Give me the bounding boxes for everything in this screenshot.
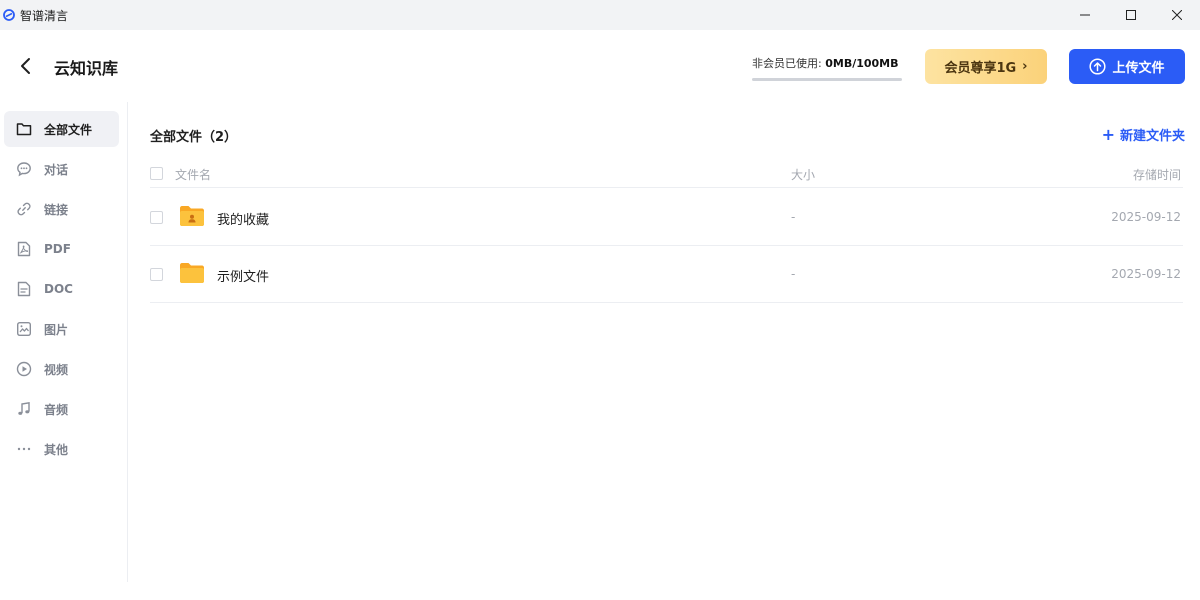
page-title: 云知识库: [54, 59, 119, 78]
sidebar-item-label: 全部文件: [44, 122, 93, 137]
favorites-folder-icon: [179, 204, 205, 228]
sidebar-item-label: 链接: [44, 202, 69, 217]
file-name: 我的收藏: [217, 213, 270, 228]
close-icon: [1172, 10, 1182, 20]
file-time: 2025-09-12: [1111, 267, 1181, 281]
chevron-right-icon: ›: [1022, 59, 1028, 74]
sidebar-item-chat[interactable]: 对话: [4, 151, 119, 187]
folder-icon: [179, 261, 205, 285]
pdf-file-icon: [16, 241, 32, 257]
vip-upgrade-button[interactable]: 会员尊享1G ›: [925, 49, 1047, 84]
sidebar-item-doc[interactable]: DOC: [4, 271, 119, 307]
column-header-name: 文件名: [175, 168, 212, 182]
maximize-icon: [1126, 10, 1136, 20]
vip-button-label: 会员尊享1G: [944, 61, 1017, 76]
upload-button-label: 上传文件: [1112, 61, 1165, 76]
row-checkbox[interactable]: [150, 211, 163, 224]
column-header-time: 存储时间: [1132, 168, 1181, 182]
select-all-checkbox[interactable]: [150, 167, 163, 180]
sidebar-item-image[interactable]: 图片: [4, 311, 119, 347]
sidebar-item-audio[interactable]: 音频: [4, 391, 119, 427]
sidebar-item-all-files[interactable]: 全部文件: [4, 111, 119, 147]
table-header: 文件名 大小 存储时间: [150, 162, 1183, 188]
new-folder-label: 新建文件夹: [1119, 129, 1185, 144]
image-icon: [16, 321, 32, 337]
file-name: 示例文件: [217, 270, 270, 285]
sidebar-item-link[interactable]: 链接: [4, 191, 119, 227]
maximize-button[interactable]: [1108, 0, 1154, 30]
usage-text: 非会员已使用: 0MB/100MB: [752, 55, 902, 71]
doc-file-icon: [16, 281, 32, 297]
minimize-button[interactable]: [1062, 0, 1108, 30]
music-note-icon: [16, 401, 32, 417]
link-icon: [16, 201, 32, 217]
upload-file-button[interactable]: 上传文件: [1069, 49, 1185, 84]
app-logo-icon: [3, 9, 15, 21]
file-size: -: [791, 267, 796, 281]
sidebar-item-label: 视频: [44, 362, 69, 377]
file-time: 2025-09-12: [1111, 210, 1181, 224]
usage-value: 0MB/100MB: [825, 57, 899, 70]
sidebar-item-pdf[interactable]: PDF: [4, 231, 119, 267]
usage-label: 非会员已使用:: [752, 57, 822, 70]
section-title: 全部文件（2）: [150, 130, 238, 145]
back-button[interactable]: [14, 54, 36, 78]
window-titlebar: 智谱清言: [0, 0, 1200, 30]
minimize-icon: [1080, 14, 1090, 16]
page-header: 云知识库 非会员已使用: 0MB/100MB 会员尊享1G › 上传文件: [0, 30, 1200, 102]
upload-icon: [1089, 58, 1107, 75]
chevron-left-icon: [21, 58, 30, 74]
column-header-size: 大小: [791, 168, 816, 182]
storage-usage: 非会员已使用: 0MB/100MB: [752, 55, 902, 81]
sidebar-item-other[interactable]: 其他: [4, 431, 119, 467]
table-row[interactable]: 示例文件 - 2025-09-12: [150, 246, 1183, 303]
folder-icon: [16, 121, 32, 137]
play-circle-icon: [16, 361, 32, 377]
sidebar-item-label: DOC: [44, 282, 73, 296]
window-controls: [1062, 0, 1200, 30]
sidebar-item-label: 音频: [44, 402, 69, 417]
plus-icon: +: [1101, 125, 1115, 144]
sidebar-item-label: 图片: [44, 322, 69, 337]
sidebar: 全部文件 对话 链接 PDF DOC 图片 视频 音频 其他: [0, 102, 128, 582]
file-size: -: [791, 210, 796, 224]
sidebar-item-video[interactable]: 视频: [4, 351, 119, 387]
table-row[interactable]: 我的收藏 - 2025-09-12: [150, 189, 1183, 246]
main-content: 全部文件（2） + 新建文件夹 文件名 大小 存储时间 我的收藏 - 2025-…: [150, 102, 1185, 582]
sidebar-item-label: PDF: [44, 242, 71, 256]
chat-bubble-icon: [16, 161, 32, 177]
close-window-button[interactable]: [1154, 0, 1200, 30]
sidebar-item-label: 对话: [44, 162, 69, 177]
app-title: 智谱清言: [20, 8, 69, 23]
row-checkbox[interactable]: [150, 268, 163, 281]
usage-progress-bar: [752, 78, 902, 81]
more-dots-icon: [16, 441, 32, 457]
bottom-strip: [0, 582, 1200, 600]
sidebar-item-label: 其他: [44, 442, 69, 457]
new-folder-button[interactable]: + 新建文件夹: [1102, 125, 1185, 144]
